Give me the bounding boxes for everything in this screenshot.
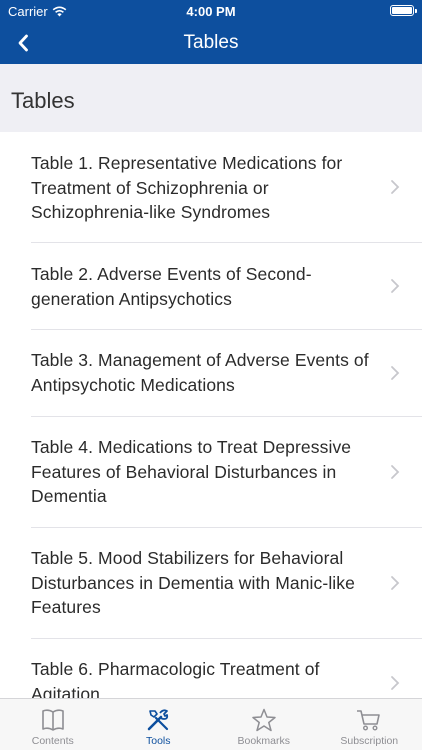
chevron-right-icon xyxy=(391,465,400,479)
list-item-table-4[interactable]: Table 4. Medications to Treat Depressive… xyxy=(31,417,422,528)
tab-label: Tools xyxy=(145,735,171,747)
list-item-label: Table 5. Mood Stabilizers for Behavioral… xyxy=(31,548,355,618)
cart-icon xyxy=(357,710,381,731)
tab-bar: Contents Tools Bookmarks Subscription xyxy=(0,698,422,750)
list-item-label: Table 6. Pharmacologic Treatment of Agit… xyxy=(31,659,320,698)
chevron-right-icon xyxy=(391,180,400,194)
tab-bookmarks[interactable]: Bookmarks xyxy=(211,699,317,750)
list-item-label: Table 3. Management of Adverse Events of… xyxy=(31,350,369,395)
tab-label: Contents xyxy=(31,735,74,747)
list-item-table-2[interactable]: Table 2. Adverse Events of Second-genera… xyxy=(31,243,422,330)
list-item-label: Table 1. Representative Medications for … xyxy=(31,153,343,223)
list-item-label: Table 4. Medications to Treat Depressive… xyxy=(31,437,352,507)
list-item-table-5[interactable]: Table 5. Mood Stabilizers for Behavioral… xyxy=(31,528,422,639)
tab-contents[interactable]: Contents xyxy=(0,699,106,750)
list-item-table-3[interactable]: Table 3. Management of Adverse Events of… xyxy=(31,330,422,417)
tools-icon xyxy=(147,709,169,731)
chevron-right-icon xyxy=(391,675,400,690)
list-item-label: Table 2. Adverse Events of Second-genera… xyxy=(31,264,312,309)
star-icon xyxy=(252,708,276,732)
list-item-table-1[interactable]: Table 1. Representative Medications for … xyxy=(31,132,422,243)
tab-label: Bookmarks xyxy=(237,735,290,747)
chevron-right-icon xyxy=(391,576,400,590)
tab-subscription[interactable]: Subscription xyxy=(317,699,422,750)
battery-icon xyxy=(390,5,417,16)
chevron-right-icon xyxy=(391,366,400,380)
tab-tools[interactable]: Tools xyxy=(106,699,212,750)
tab-label: Subscription xyxy=(340,735,399,747)
clock: 4:00 PM xyxy=(186,4,236,19)
tables-list[interactable]: Table 1. Representative Medications for … xyxy=(0,132,422,698)
page-title: Tables xyxy=(183,32,239,53)
status-bar: Carrier 4:00 PM xyxy=(0,0,422,22)
book-icon xyxy=(41,709,64,731)
list-item-table-6[interactable]: Table 6. Pharmacologic Treatment of Agit… xyxy=(31,639,422,698)
chevron-right-icon xyxy=(391,279,400,293)
navigation-bar: Carrier 4:00 PM Tables xyxy=(0,0,422,64)
section-title: Tables xyxy=(11,88,75,113)
section-header: Tables xyxy=(0,64,422,132)
